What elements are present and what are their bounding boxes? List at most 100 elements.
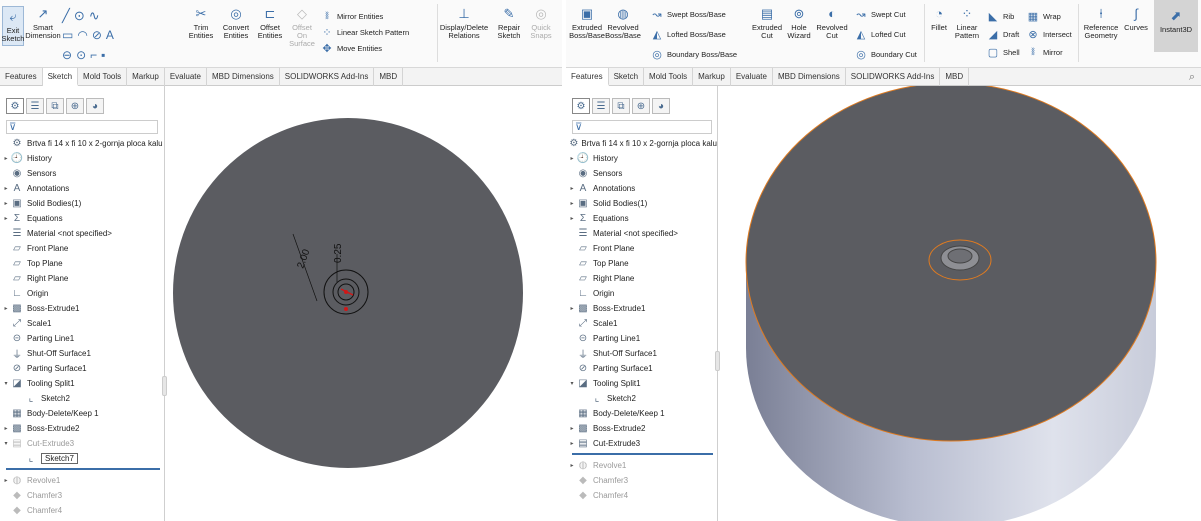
tree-item[interactable]: ☰ Material <not specified> xyxy=(568,226,717,241)
expand-arrow-icon[interactable]: ▸ xyxy=(2,185,10,192)
expand-arrow-icon[interactable]: ▾ xyxy=(2,440,10,447)
revolved-cut-button[interactable]: ◐ Revolved Cut xyxy=(816,6,848,40)
quick-snaps-button[interactable]: ◎ Quick Snaps xyxy=(528,6,554,40)
wrap-button[interactable]: ▦ Wrap xyxy=(1026,10,1061,23)
graphics-viewport[interactable] xyxy=(715,82,1201,521)
expand-arrow-icon[interactable]: ▸ xyxy=(568,185,576,192)
tree-item[interactable]: ▸ 🕘 History xyxy=(2,151,164,166)
move-entities-button[interactable]: ✥ Move Entities xyxy=(320,42,382,55)
tab-features[interactable]: Features xyxy=(0,68,43,86)
tree-item[interactable]: ⌞ Sketch2 xyxy=(2,391,164,406)
property-manager-tab-icon[interactable]: ☰ xyxy=(592,98,610,114)
expand-arrow-icon[interactable]: ▸ xyxy=(568,305,576,312)
trim-entities-button[interactable]: ✂ Trim Entities xyxy=(189,6,214,40)
tab-evaluate[interactable]: Evaluate xyxy=(165,68,207,86)
tree-item[interactable]: ▸ ▣ Solid Bodies(1) xyxy=(2,196,164,211)
tree-item[interactable]: ☰ Material <not specified> xyxy=(2,226,164,241)
tree-item[interactable]: ◆ Chamfer4 xyxy=(2,503,164,518)
expand-arrow-icon[interactable]: ▸ xyxy=(568,440,576,447)
display-delete-relations-button[interactable]: ⊥ Display/Delete Relations xyxy=(440,6,488,40)
exit-sketch-button[interactable]: ⤶ Exit Sketch xyxy=(2,6,24,46)
tree-item[interactable]: ⏚ Shut-Off Surface1 xyxy=(2,346,164,361)
tree-item[interactable]: ▾ ▤ Cut-Extrude3 xyxy=(2,436,164,451)
intersect-button[interactable]: ⊗ Intersect xyxy=(1026,28,1071,41)
extruded-cut-button[interactable]: ▤ Extruded Cut xyxy=(750,6,784,40)
tab-mold-tools[interactable]: Mold Tools xyxy=(644,68,694,86)
tree-item[interactable]: ◉ Sensors xyxy=(568,166,717,181)
rollback-bar[interactable] xyxy=(572,453,713,455)
tab-features[interactable]: Features xyxy=(566,68,609,86)
hole-wizard-button[interactable]: ⊚ Hole Wizard xyxy=(784,6,814,40)
mirror-entities-button[interactable]: ⧚ Mirror Entities xyxy=(320,10,383,22)
tree-item[interactable]: ▱ Top Plane xyxy=(568,256,717,271)
expand-arrow-icon[interactable]: ▸ xyxy=(2,155,10,162)
expand-arrow-icon[interactable]: ▸ xyxy=(2,215,10,222)
fillet-button[interactable]: ◔ Fillet xyxy=(928,6,950,32)
tree-item[interactable]: ▸ 🕘 History xyxy=(568,151,717,166)
configuration-manager-tab-icon[interactable]: ⧉ xyxy=(46,98,64,114)
tree-item[interactable]: ▸ ◍ Revolve1 xyxy=(568,458,717,473)
tree-filter-input[interactable]: ⊽ xyxy=(572,120,712,134)
feature-manager-tab-icon[interactable]: ⚙ xyxy=(6,98,24,114)
rollback-bar[interactable] xyxy=(6,468,160,470)
tab-mold-tools[interactable]: Mold Tools xyxy=(78,68,128,86)
tree-item[interactable]: ⊘ Parting Surface1 xyxy=(568,361,717,376)
tab-solidworks-addins[interactable]: SOLIDWORKS Add-Ins xyxy=(280,68,375,86)
tree-item[interactable]: ▸ ▤ Cut-Extrude3 xyxy=(568,436,717,451)
tree-item[interactable]: ⚙ Brtva fi 14 x fi 10 x 2-gornja ploca ka… xyxy=(568,136,717,151)
tree-item[interactable]: ◆ Chamfer3 xyxy=(568,473,717,488)
expand-arrow-icon[interactable]: ▸ xyxy=(568,462,576,469)
smart-dimension-button[interactable]: ↗ Smart Dimension xyxy=(25,6,60,40)
tree-item[interactable]: ⊘ Parting Surface1 xyxy=(2,361,164,376)
tree-item[interactable]: ⊝ Parting Line1 xyxy=(568,331,717,346)
tab-markup[interactable]: Markup xyxy=(693,68,731,86)
tree-item[interactable]: ⏚ Shut-Off Surface1 xyxy=(568,346,717,361)
expand-arrow-icon[interactable]: ▸ xyxy=(2,200,10,207)
sketch-end-point[interactable] xyxy=(344,307,348,311)
tree-item[interactable]: ▱ Front Plane xyxy=(568,241,717,256)
panel-collapse-handle[interactable] xyxy=(715,351,720,371)
sketch-slot-tools[interactable]: ⊖ ⊙ ⌐ ▪ xyxy=(62,48,109,62)
dimxpert-tab-icon[interactable]: ⊕ xyxy=(632,98,650,114)
tree-item[interactable]: ∟ Origin xyxy=(2,286,164,301)
tree-item[interactable]: ▸ Σ Equations xyxy=(568,211,717,226)
tree-item[interactable]: ▸ ▩ Boss-Extrude1 xyxy=(568,301,717,316)
expand-arrow-icon[interactable]: ▸ xyxy=(568,425,576,432)
boss-hole[interactable] xyxy=(947,248,973,264)
display-manager-tab-icon[interactable]: ◕ xyxy=(86,98,104,114)
expand-arrow-icon[interactable]: ▸ xyxy=(2,477,10,484)
tree-item[interactable]: ◆ Chamfer4 xyxy=(568,488,717,503)
display-manager-tab-icon[interactable]: ◕ xyxy=(652,98,670,114)
tree-filter-input[interactable]: ⊽ xyxy=(6,120,158,134)
tree-item[interactable]: ▱ Right Plane xyxy=(2,271,164,286)
tree-item[interactable]: ⌞ Sketch2 xyxy=(568,391,717,406)
tree-item[interactable]: ▸ ◍ Revolve1 xyxy=(2,473,164,488)
lofted-boss-button[interactable]: ◭ Lofted Boss/Base xyxy=(650,28,726,41)
convert-entities-button[interactable]: ◎ Convert Entities xyxy=(220,6,252,40)
tree-item[interactable]: ▦ Body-Delete/Keep 1 xyxy=(568,406,717,421)
sketch-origin-point[interactable] xyxy=(344,290,348,294)
tab-solidworks-addins[interactable]: SOLIDWORKS Add-Ins xyxy=(846,68,941,86)
tree-item[interactable]: ▸ A Annotations xyxy=(568,181,717,196)
property-manager-tab-icon[interactable]: ☰ xyxy=(26,98,44,114)
swept-boss-button[interactable]: ↝ Swept Boss/Base xyxy=(650,8,725,21)
tree-item[interactable]: ⤢ Scale1 xyxy=(568,316,717,331)
tree-item[interactable]: ⌞ Sketch7 xyxy=(2,451,164,466)
expand-arrow-icon[interactable]: ▸ xyxy=(568,215,576,222)
swept-cut-button[interactable]: ↝ Swept Cut xyxy=(854,8,905,21)
boundary-boss-button[interactable]: ◎ Boundary Boss/Base xyxy=(650,48,737,61)
tree-item[interactable]: ◆ Chamfer3 xyxy=(2,488,164,503)
tree-item[interactable]: ▾ ◪ Tooling Split1 xyxy=(2,376,164,391)
expand-arrow-icon[interactable]: ▾ xyxy=(568,380,576,387)
expand-arrow-icon[interactable]: ▸ xyxy=(568,155,576,162)
rib-button[interactable]: ◣ Rib xyxy=(986,10,1015,23)
draft-button[interactable]: ◢ Draft xyxy=(986,28,1020,41)
panel-collapse-handle[interactable] xyxy=(162,376,167,396)
tree-item[interactable]: ▸ A Annotations xyxy=(2,181,164,196)
feature-manager-tab-icon[interactable]: ⚙ xyxy=(572,98,590,114)
expand-arrow-icon[interactable]: ▸ xyxy=(2,425,10,432)
linear-pattern-button[interactable]: ⁘ Linear Pattern xyxy=(952,6,982,40)
tree-item[interactable]: ▦ Body-Delete/Keep 1 xyxy=(2,406,164,421)
curves-button[interactable]: ∫ Curves xyxy=(1122,6,1150,32)
tab-mbd[interactable]: MBD xyxy=(374,68,404,86)
